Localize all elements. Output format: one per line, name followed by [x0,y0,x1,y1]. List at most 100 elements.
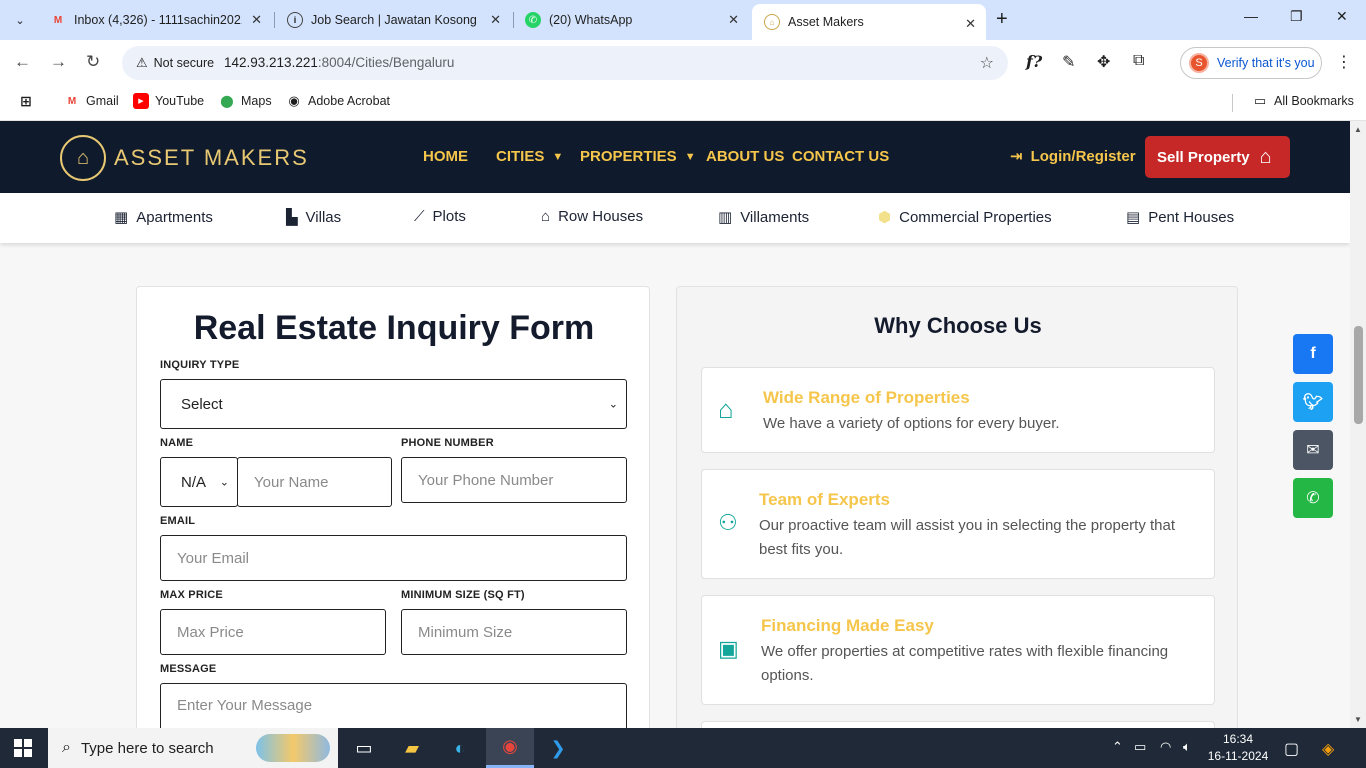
page-scrollbar[interactable]: ▲ ▼ [1350,121,1366,728]
menu-kebab-icon[interactable]: ⋮ [1336,52,1352,72]
new-tab-button[interactable]: + [996,8,1008,31]
message-textarea[interactable]: Enter Your Message [160,683,627,728]
scrollbar-thumb[interactable] [1354,326,1363,424]
nav-home[interactable]: HOME [423,148,468,165]
taskbar-search[interactable]: ⌕ Type here to search [48,728,338,768]
tab-job-search[interactable]: i Job Search | Jawatan Kosong da ✕ [275,0,511,40]
nav-cities[interactable]: CITIES ▼ [496,148,563,165]
browser-toolbar: ← → ↻ ⚠ Not secure 142.93.213.221:8004/C… [0,40,1366,85]
max-price-input[interactable]: Max Price [160,609,386,655]
category-villaments[interactable]: ▥ Villaments [718,208,809,227]
feature-card: ▣ Financing Made Easy We offer propertie… [701,595,1215,705]
facebook-share-button[interactable]: f [1293,334,1333,374]
name-input[interactable]: Your Name [237,457,392,507]
edge-icon[interactable]: ◐ [436,728,484,768]
clock-date: 16-11-2024 [1207,749,1269,763]
site-logo[interactable]: ⌂ ASSET MAKERS [60,135,309,181]
email-input[interactable]: Your Email [160,535,627,581]
extensions-puzzle-icon[interactable]: ⧉ [1133,52,1144,70]
close-icon[interactable]: ✕ [490,12,501,28]
category-plots[interactable]: ⟋ Plots [414,208,466,225]
url-text: 142.93.213.221:8004/Cities/Bengaluru [224,55,454,70]
all-bookmarks-label: All Bookmarks [1274,94,1354,108]
nav-label: CONTACT US [792,148,890,165]
bookmark-youtube[interactable]: ▶ YouTube [133,93,204,109]
nav-label: HOME [423,148,468,165]
file-explorer-icon[interactable]: ▰ [388,728,436,768]
clock-time: 16:34 [1222,732,1254,746]
commercial-badge-icon: ⬢ [878,209,892,226]
category-pent-houses[interactable]: ▤ Pent Houses [1126,208,1234,227]
tab-whatsapp[interactable]: ✆ (20) WhatsApp ✕ [513,0,749,40]
bookmark-adobe[interactable]: ◉ Adobe Acrobat [286,93,390,109]
category-villas[interactable]: ▙ Villas [286,208,341,227]
sell-property-button[interactable]: Sell Property ⌂ [1145,136,1290,178]
windows-start-icon[interactable] [14,739,32,757]
wifi-icon[interactable]: ◠ [1160,739,1171,755]
restore-icon[interactable]: ❐ [1290,8,1303,25]
team-icon: ⚇ [718,510,738,535]
nav-about[interactable]: ABOUT US [706,148,784,165]
bookmark-label: Maps [241,94,272,108]
bookmarks-divider [1232,94,1233,112]
vscode-icon[interactable]: ❯ [534,728,582,768]
tab-search-button[interactable]: ⌄ [8,8,32,32]
category-row-houses[interactable]: ⌂ Row Houses [541,208,643,225]
placeholder: Your Phone Number [418,471,554,489]
apps-grid-icon[interactable]: ⊞ [18,93,40,109]
close-window-icon[interactable]: ✕ [1336,8,1348,25]
tab-strip: ⌄ M Inbox (4,326) - 1111sachin2021 ✕ i J… [0,0,1366,40]
reload-icon[interactable]: ↻ [86,52,100,72]
inquiry-type-select[interactable]: Select ⌄ [160,379,627,429]
placeholder: Your Name [254,473,329,491]
salutation-select[interactable]: N/A ⌄ [160,457,238,507]
bookmark-gmail[interactable]: M Gmail [64,93,119,109]
whatsapp-share-button[interactable]: ✆ [1293,478,1333,518]
chrome-icon[interactable]: ◉ [486,728,534,768]
close-icon[interactable]: ✕ [728,12,739,28]
copilot-icon[interactable]: ◈ [1322,739,1334,759]
battery-icon[interactable]: ▭ [1134,739,1146,755]
why-title: Why Choose Us [874,313,1042,338]
tab-asset-makers[interactable]: ⌂ Asset Makers ✕ [752,4,986,40]
close-icon[interactable]: ✕ [251,12,262,28]
placeholder: Enter Your Message [177,697,313,714]
site-info-button[interactable]: ⚠ Not secure [130,50,222,76]
login-register-link[interactable]: ⇥ Login/Register [1010,147,1136,166]
nav-contact[interactable]: CONTACT US [792,148,889,165]
clock[interactable]: 16:34 16-11-2024 [1206,731,1270,765]
security-label: Not secure [153,56,215,70]
category-commercial[interactable]: ⬢ Commercial Properties [878,208,1052,227]
notifications-icon[interactable]: ▢ [1284,739,1299,759]
address-bar[interactable]: ⚠ Not secure 142.93.213.221:8004/Cities/… [122,46,1008,80]
twitter-share-button[interactable]: 🐦︎ [1293,382,1333,422]
all-bookmarks-button[interactable]: ▭ All Bookmarks [1252,93,1354,109]
profile-button[interactable]: S Verify that it's you [1180,47,1322,79]
scroll-down-icon[interactable]: ▼ [1354,715,1362,724]
bookmark-star-icon[interactable]: ☆ [980,53,994,73]
feature-text: Our proactive team will assist you in se… [759,517,1176,558]
forward-arrow-icon[interactable]: → [50,52,67,72]
tab-gmail[interactable]: M Inbox (4,326) - 1111sachin2021 ✕ [38,0,272,40]
close-icon[interactable]: ✕ [965,16,976,32]
volume-icon[interactable]: 🔈︎ [1183,739,1191,755]
min-size-input[interactable]: Minimum Size [401,609,627,655]
email-share-button[interactable]: ✉ [1293,430,1333,470]
task-view-icon[interactable]: ▭ [340,728,388,768]
nav-label: ABOUT US [706,148,785,165]
eyedropper-icon[interactable]: ✎ [1062,52,1075,72]
extension-font-icon[interactable]: f? [1026,52,1042,71]
feature-heading: Financing Made Easy [761,616,934,635]
nav-properties[interactable]: PROPERTIES ▼ [580,148,696,165]
minimize-icon[interactable]: — [1244,8,1258,24]
scroll-up-icon[interactable]: ▲ [1354,125,1362,134]
tray-chevron-up-icon[interactable]: ⌃ [1112,739,1123,755]
phone-input[interactable]: Your Phone Number [401,457,627,503]
move-icon[interactable]: ✥ [1097,52,1110,72]
email-label: EMAIL [160,515,196,527]
chevron-down-icon: ⌄ [608,398,618,411]
plot-icon: ⟋ [414,208,425,225]
back-arrow-icon[interactable]: ← [14,52,31,72]
category-apartments[interactable]: ▦ Apartments [114,208,213,227]
bookmark-maps[interactable]: ⬤ Maps [219,93,272,109]
